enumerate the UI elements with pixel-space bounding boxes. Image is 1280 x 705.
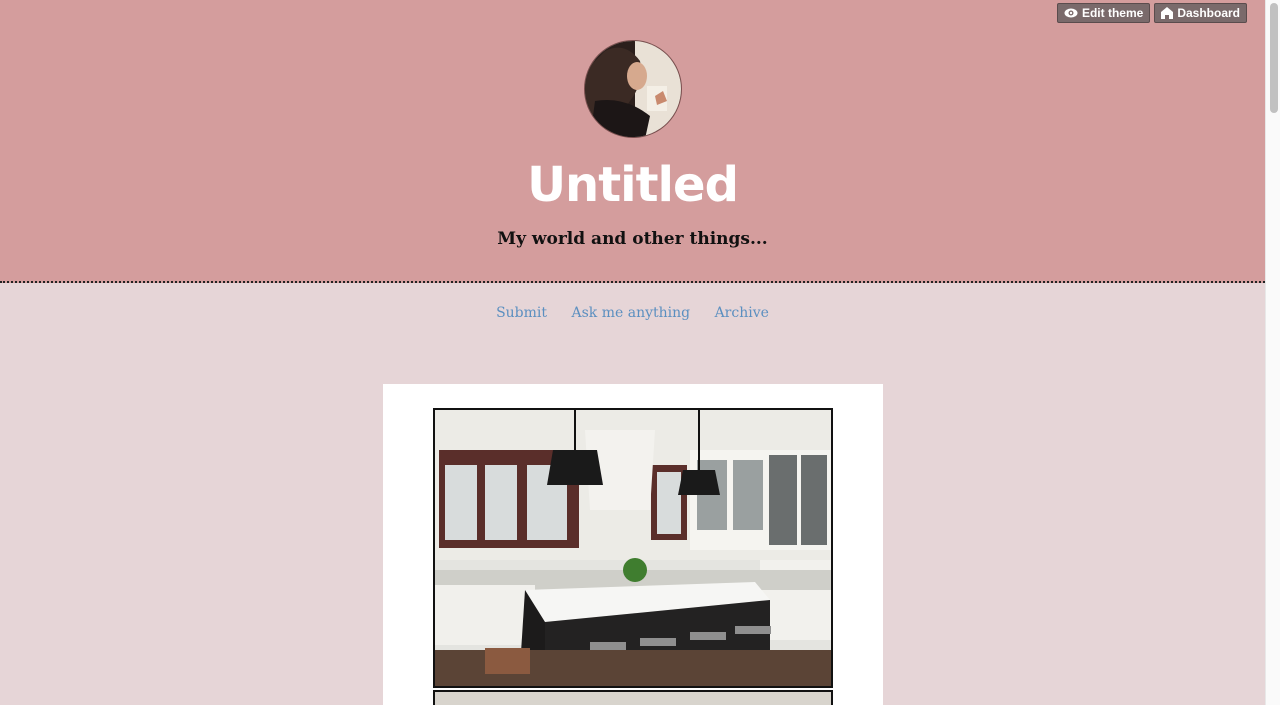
post-photo[interactable] [433,408,833,688]
post-card [383,384,883,705]
nav-submit[interactable]: Submit [496,305,547,321]
page: Untitled My world and other things... Su… [0,0,1265,705]
edit-theme-button[interactable]: Edit theme [1056,3,1151,23]
blog-header: Untitled My world and other things... [0,0,1265,283]
home-icon [1161,7,1174,19]
edit-theme-label: Edit theme [1081,6,1144,20]
tumblr-controls: Edit theme Dashboard [1056,3,1247,23]
blog-nav: Submit Ask me anything Archive [0,305,1265,321]
nav-archive[interactable]: Archive [715,305,769,321]
nav-ask[interactable]: Ask me anything [571,305,690,321]
avatar[interactable] [584,40,682,138]
post-photo-2[interactable] [433,690,833,705]
eye-icon [1064,8,1078,18]
dashboard-label: Dashboard [1177,6,1240,20]
dashboard-button[interactable]: Dashboard [1154,3,1247,23]
scrollbar-thumb[interactable] [1270,3,1278,113]
scrollbar[interactable] [1265,0,1280,705]
blog-description: My world and other things... [497,229,768,249]
blog-title[interactable]: Untitled [0,150,1265,220]
